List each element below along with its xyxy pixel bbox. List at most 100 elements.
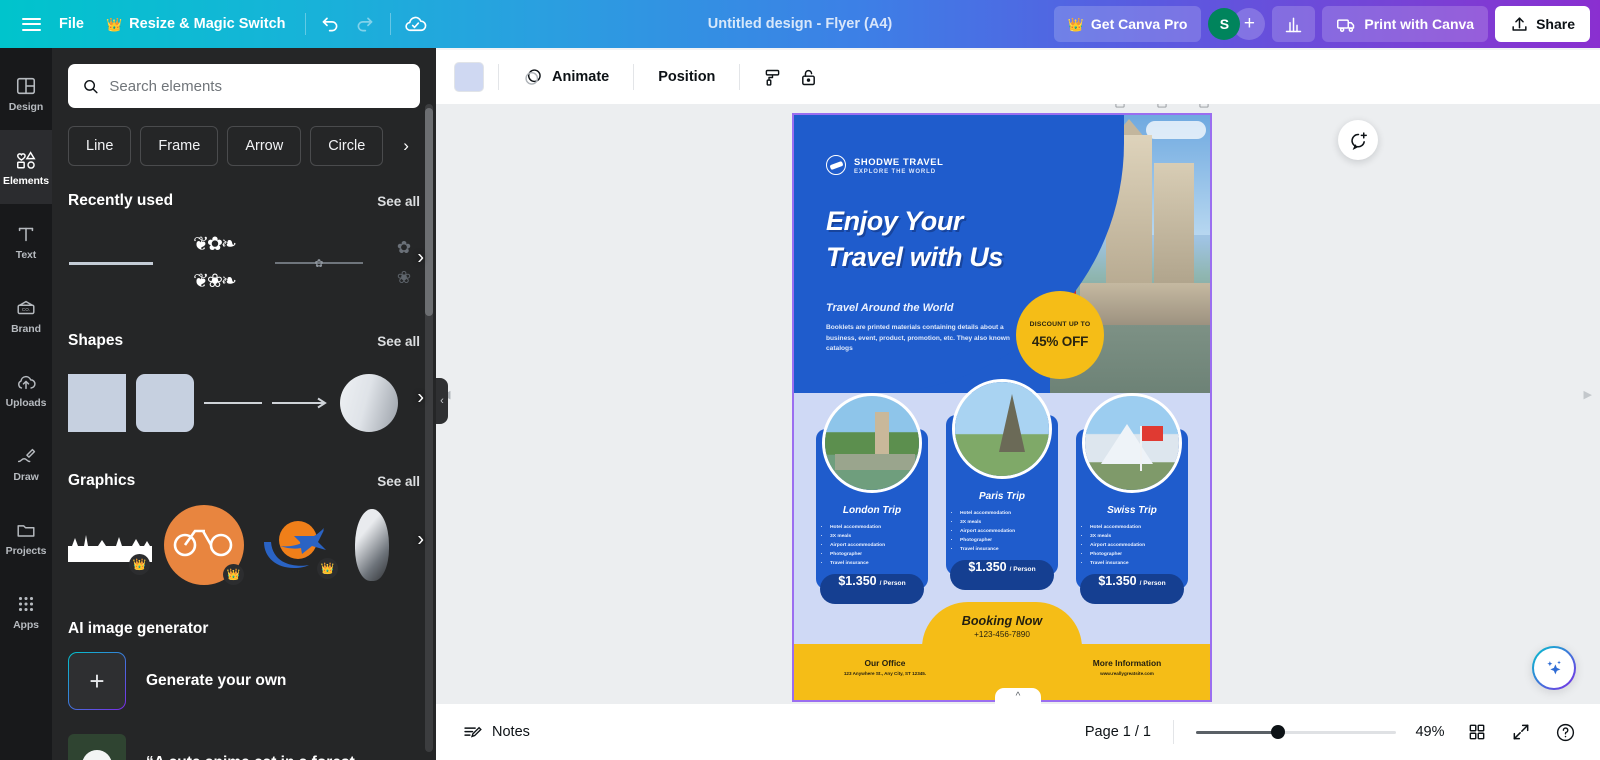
graphic-skyline[interactable]: 👑	[68, 513, 152, 577]
graphic-airplane-globe[interactable]: 👑	[256, 509, 340, 581]
generate-your-own-button[interactable]: + Generate your own	[52, 638, 436, 710]
hamburger-menu-button[interactable]	[14, 7, 48, 41]
get-canva-pro-button[interactable]: 👑 Get Canva Pro	[1053, 6, 1202, 42]
chip-line[interactable]: Line	[68, 126, 132, 166]
page-indicator[interactable]: Page 1 / 1	[1073, 724, 1163, 740]
bullet: 3X meals	[960, 518, 1058, 527]
page-menu-icon[interactable]	[1196, 104, 1212, 110]
search-box[interactable]	[68, 64, 420, 108]
magic-studio-button[interactable]	[1532, 646, 1576, 690]
graphic-bicycle[interactable]: 👑	[162, 503, 246, 587]
sidebar-item-apps[interactable]: Apps	[0, 574, 52, 648]
shape-line[interactable]	[204, 374, 262, 432]
copy-style-button[interactable]	[754, 60, 790, 94]
discount-badge[interactable]: DISCOUNT UP TO 45% OFF	[1016, 291, 1104, 379]
bullet: Airport accommodation	[960, 527, 1058, 536]
sidebar-item-brand[interactable]: CO. Brand	[0, 278, 52, 352]
delivery-truck-icon	[1337, 18, 1355, 32]
see-all-shapes[interactable]: See all	[377, 334, 420, 349]
flyer-subheadline[interactable]: Travel Around the World	[826, 302, 954, 314]
duplicate-page-icon[interactable]	[1112, 104, 1128, 110]
bullet: Travel insurance	[830, 559, 928, 568]
bullet: Travel insurance	[960, 545, 1058, 554]
notes-button[interactable]: Notes	[450, 715, 542, 749]
print-with-canva-button[interactable]: Print with Canva	[1322, 6, 1489, 42]
sidebar-item-uploads[interactable]: Uploads	[0, 352, 52, 426]
lock-button[interactable]	[790, 60, 826, 94]
share-button[interactable]: Share	[1495, 6, 1590, 42]
design-title[interactable]: Untitled design - Flyer (A4)	[708, 16, 893, 32]
share-label: Share	[1536, 16, 1575, 32]
sidebar-item-draw[interactable]: Draw	[0, 426, 52, 500]
price-unit: / Person	[1139, 580, 1166, 587]
redo-button[interactable]	[348, 7, 382, 41]
grid-view-button[interactable]	[1458, 715, 1496, 749]
chevron-left-icon: ‹	[440, 395, 444, 407]
elements-panel: Line Frame Arrow Circle › Recently used …	[52, 48, 436, 760]
element-thumb-line[interactable]	[68, 234, 154, 292]
shape-arrow[interactable]	[272, 374, 330, 432]
shape-rounded-square[interactable]	[136, 374, 194, 432]
graphic-feather[interactable]	[350, 507, 394, 583]
ai-prompt-suggestion[interactable]: “A cute anime cat in a forest	[52, 720, 436, 760]
footer-more-title: More Information	[1092, 658, 1162, 668]
grid-view-icon	[1469, 724, 1485, 740]
bullet: Photographer	[830, 550, 928, 559]
graphics-row[interactable]: 👑 👑 👑 ›	[52, 490, 436, 590]
zoom-slider-knob[interactable]	[1271, 725, 1285, 739]
sidebar-item-projects[interactable]: Projects	[0, 500, 52, 574]
add-page-icon[interactable]	[1154, 104, 1170, 110]
insights-button[interactable]	[1272, 6, 1316, 42]
chips-next-button[interactable]: ›	[392, 126, 420, 166]
undo-button[interactable]	[314, 7, 348, 41]
position-button[interactable]: Position	[648, 60, 725, 94]
shape-circle[interactable]	[340, 374, 398, 432]
help-button[interactable]	[1546, 715, 1584, 749]
graphics-next-button[interactable]: ›	[417, 529, 424, 552]
cloud-save-status-button[interactable]	[399, 7, 433, 41]
shapes-next-button[interactable]: ›	[417, 387, 424, 410]
chip-circle[interactable]: Circle	[310, 126, 384, 166]
color-swatch-button[interactable]	[454, 62, 484, 92]
avatar[interactable]: S	[1208, 8, 1241, 40]
trip-card-price[interactable]: $1.350 / Person	[820, 574, 924, 604]
panel-collapse-button[interactable]: ‹	[436, 378, 448, 424]
shapes-row[interactable]: ›	[52, 350, 436, 446]
element-thumb-ornaments[interactable]: ❦✿❧ ❦❀❧	[164, 223, 264, 303]
sidebar-item-elements[interactable]: Elements	[0, 130, 52, 204]
apps-dots-icon	[14, 592, 38, 616]
see-all-recently-used[interactable]: See all	[377, 194, 420, 209]
file-menu-button[interactable]: File	[48, 7, 95, 41]
recently-used-row[interactable]: ❦✿❧ ❦❀❧ ✿ ✿ ❀ ›	[52, 210, 436, 306]
fullscreen-button[interactable]	[1502, 715, 1540, 749]
shape-square[interactable]	[68, 374, 126, 432]
sidebar-item-text[interactable]: Text	[0, 204, 52, 278]
flyer-body-text[interactable]: Booklets are printed materials containin…	[826, 323, 1031, 355]
search-input[interactable]	[109, 77, 406, 95]
flyer-headline[interactable]: Enjoy Your Travel with Us	[826, 203, 1126, 275]
trip-card-price[interactable]: $1.350 / Person	[950, 560, 1054, 590]
trip-card-price[interactable]: $1.350 / Person	[1080, 574, 1184, 604]
add-comment-button[interactable]	[1338, 120, 1378, 160]
see-all-graphics[interactable]: See all	[377, 474, 420, 489]
panel-scrollbar-thumb[interactable]	[425, 108, 433, 316]
recently-used-next-button[interactable]: ›	[417, 247, 424, 270]
footer-more-site: www.reallygreatsite.com	[1100, 671, 1154, 676]
canva-editor-window: File 👑 Resize & Magic Switch Untitled de…	[0, 0, 1600, 760]
resize-magic-switch-button[interactable]: 👑 Resize & Magic Switch	[95, 7, 297, 41]
section-shapes-header: Shapes See all	[52, 332, 436, 350]
chip-frame[interactable]: Frame	[140, 126, 219, 166]
zoom-percent[interactable]: 49%	[1408, 724, 1452, 740]
section-title: Shapes	[68, 332, 124, 349]
collapse-canvas-button[interactable]: ^	[995, 688, 1041, 704]
animate-button[interactable]: Animate	[513, 60, 619, 94]
element-thumb-thin-divider[interactable]: ✿	[274, 234, 364, 292]
zoom-slider[interactable]	[1196, 724, 1396, 740]
sidebar-item-design[interactable]: Design	[0, 56, 52, 130]
design-page[interactable]: SHODWE TRAVEL EXPLORE THE WORLD Enjoy Yo…	[792, 113, 1212, 702]
chip-arrow[interactable]: Arrow	[227, 126, 302, 166]
next-page-arrow[interactable]: ▶	[1584, 388, 1592, 401]
arrow-icon	[272, 397, 327, 409]
bottom-bar-right-group: Page 1 / 1 49%	[1073, 715, 1600, 749]
canvas-area[interactable]: ◀ ▶ SHODWE TRAVEL EXPLORE TH	[436, 104, 1600, 704]
